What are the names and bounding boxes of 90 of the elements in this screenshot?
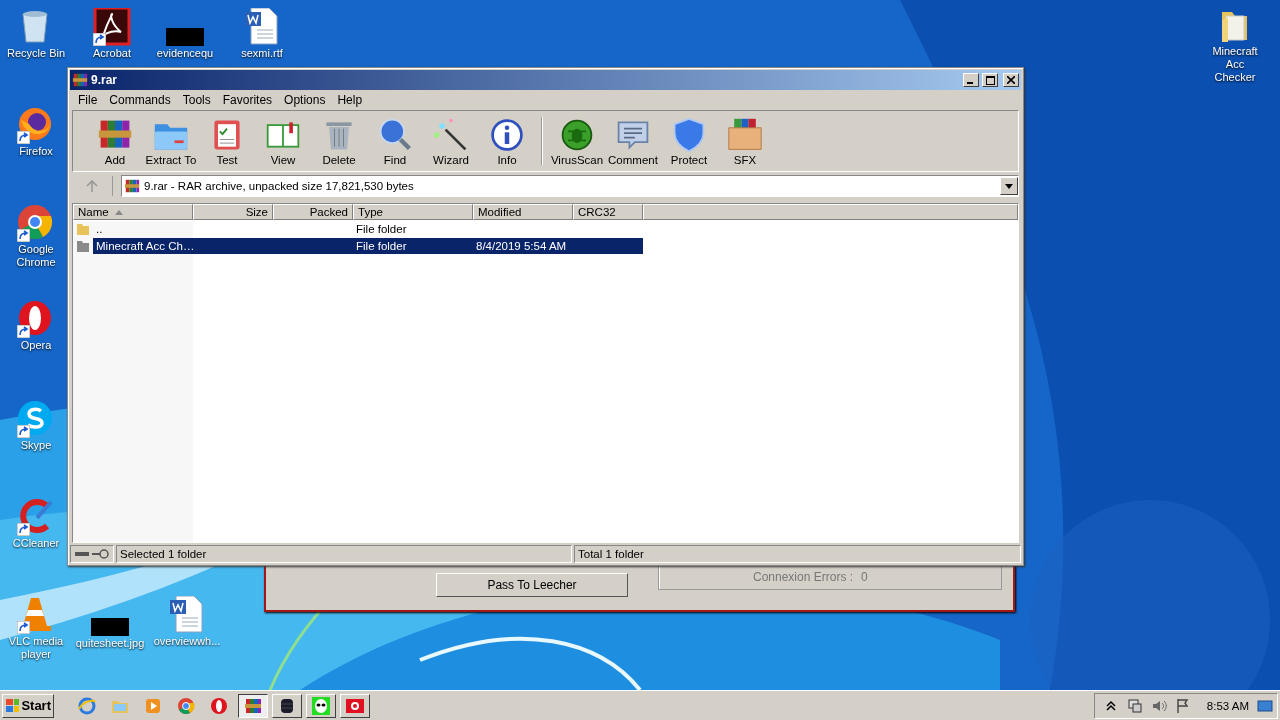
show-desktop-icon[interactable]	[1257, 697, 1273, 714]
pass-to-leecher-button[interactable]: Pass To Leecher	[436, 573, 628, 597]
toolbar-button[interactable]: Info	[479, 111, 535, 171]
table-cell: File folder	[356, 222, 407, 235]
table-cell: 8/4/2019 5:54 AM	[476, 239, 567, 252]
toolbar-button[interactable]: Extract To	[143, 111, 199, 171]
clipboard-icon	[214, 120, 240, 149]
file-row[interactable]: Minecraft Acc Ch… File folder 8/4/2019 5:54 AM	[93, 237, 643, 254]
menu-item[interactable]: Tools	[176, 92, 217, 107]
minimize-button[interactable]	[963, 73, 979, 87]
table-cell: ..	[96, 222, 103, 235]
desktop-icon-label[interactable]: evidencequ	[156, 47, 214, 60]
drive-key-icon	[74, 549, 110, 559]
alien-icon	[312, 696, 330, 715]
desktop-icon-label[interactable]: Opera	[20, 339, 52, 352]
folder-icon	[154, 123, 188, 149]
document-icon	[245, 8, 278, 45]
books-icon	[98, 120, 132, 148]
books-icon	[72, 73, 88, 87]
desktop-icon-label[interactable]: Acrobat	[93, 47, 131, 60]
network-icon[interactable]	[1126, 697, 1143, 714]
redacted-icon	[91, 618, 129, 636]
caret-icon	[1005, 183, 1013, 189]
errors-value: 0	[861, 570, 868, 584]
column-header[interactable]: Packed	[273, 204, 353, 220]
taskbar-button[interactable]	[238, 693, 268, 718]
speech-bubble-icon	[617, 121, 649, 150]
box-icon	[728, 118, 762, 150]
toolbar-button[interactable]: Delete	[311, 111, 367, 171]
book-icon	[266, 121, 300, 148]
toolbar-button[interactable]: SFX	[717, 111, 773, 171]
toolbar-button[interactable]: Add	[87, 111, 143, 171]
menu-item[interactable]: Help	[331, 92, 369, 107]
toolbar-button[interactable]: Protect	[661, 111, 717, 171]
windows-logo-icon	[5, 697, 20, 714]
column-header[interactable]: Type	[353, 204, 473, 220]
file-row[interactable]: .. File folder	[93, 220, 643, 237]
address-field[interactable]: 9.rar - RAR archive, unpacked size 17,821,530 bytes	[121, 175, 1019, 197]
trash-icon	[326, 121, 352, 149]
document-icon	[170, 596, 203, 633]
shield-icon	[673, 117, 705, 152]
flag-icon	[346, 698, 364, 713]
table-cell: Minecraft Acc Ch…	[96, 239, 195, 252]
redacted-icon	[166, 28, 204, 46]
books-icon	[245, 698, 261, 713]
maximize-button[interactable]	[982, 73, 998, 87]
toolbar-button[interactable]: VirusScan	[549, 111, 605, 171]
table-cell: File folder	[356, 239, 407, 252]
column-header[interactable]: Name	[73, 204, 193, 220]
magnifier-icon	[379, 118, 411, 150]
toolbar-button[interactable]: Test	[199, 111, 255, 171]
column-header[interactable]: Size	[193, 204, 273, 220]
recycle-bin-icon	[22, 11, 48, 43]
status-text: Selected 1 folder	[120, 548, 207, 560]
window-title: 9.rar	[91, 73, 119, 87]
sort-arrow-icon	[114, 209, 123, 215]
start-button[interactable]: Start	[2, 693, 54, 718]
desktop-icon-label[interactable]: Minecraft Acc Checker	[1204, 45, 1266, 84]
books-icon	[124, 179, 140, 193]
flag-icon[interactable]	[1174, 697, 1191, 714]
close-button[interactable]	[1003, 73, 1019, 87]
errors-label: Connexion Errors :	[753, 570, 854, 584]
play-icon	[146, 698, 160, 713]
desktop-icon-label[interactable]: sexmi.rtf	[241, 47, 283, 60]
database-icon	[280, 698, 294, 713]
close-icon	[1007, 76, 1015, 84]
toolbar-button[interactable]: View	[255, 111, 311, 171]
info-icon	[491, 118, 523, 151]
folder-icon	[76, 238, 90, 253]
menu-item[interactable]: File	[72, 92, 104, 107]
desktop-icon-label[interactable]: Recycle Bin	[6, 47, 66, 60]
menu-item[interactable]: Options	[278, 92, 332, 107]
folder-icon	[76, 221, 90, 236]
magic-wand-icon	[433, 118, 467, 150]
column-header[interactable]: Modified	[473, 204, 573, 220]
desktop-icon-label[interactable]: Google Chrome	[5, 243, 67, 269]
toolbar-button[interactable]: Comment	[605, 111, 661, 171]
clock[interactable]: 8:53 AM	[1206, 699, 1249, 712]
maximize-icon	[985, 75, 995, 85]
toolbar-button[interactable]: Wizard	[423, 111, 479, 171]
dropdown-button[interactable]	[1000, 177, 1018, 195]
column-header[interactable]: CRC32	[573, 204, 643, 220]
status-text: Total 1 folder	[578, 548, 644, 560]
toolbar-button[interactable]: Find	[367, 111, 423, 171]
bug-icon	[561, 119, 593, 150]
menu-item[interactable]: Favorites	[216, 92, 279, 107]
folder-icon	[1222, 12, 1247, 42]
menu-item[interactable]: Commands	[103, 92, 177, 107]
desktop-icon-label[interactable]: Firefox	[19, 145, 53, 158]
folder-icon	[112, 700, 128, 713]
